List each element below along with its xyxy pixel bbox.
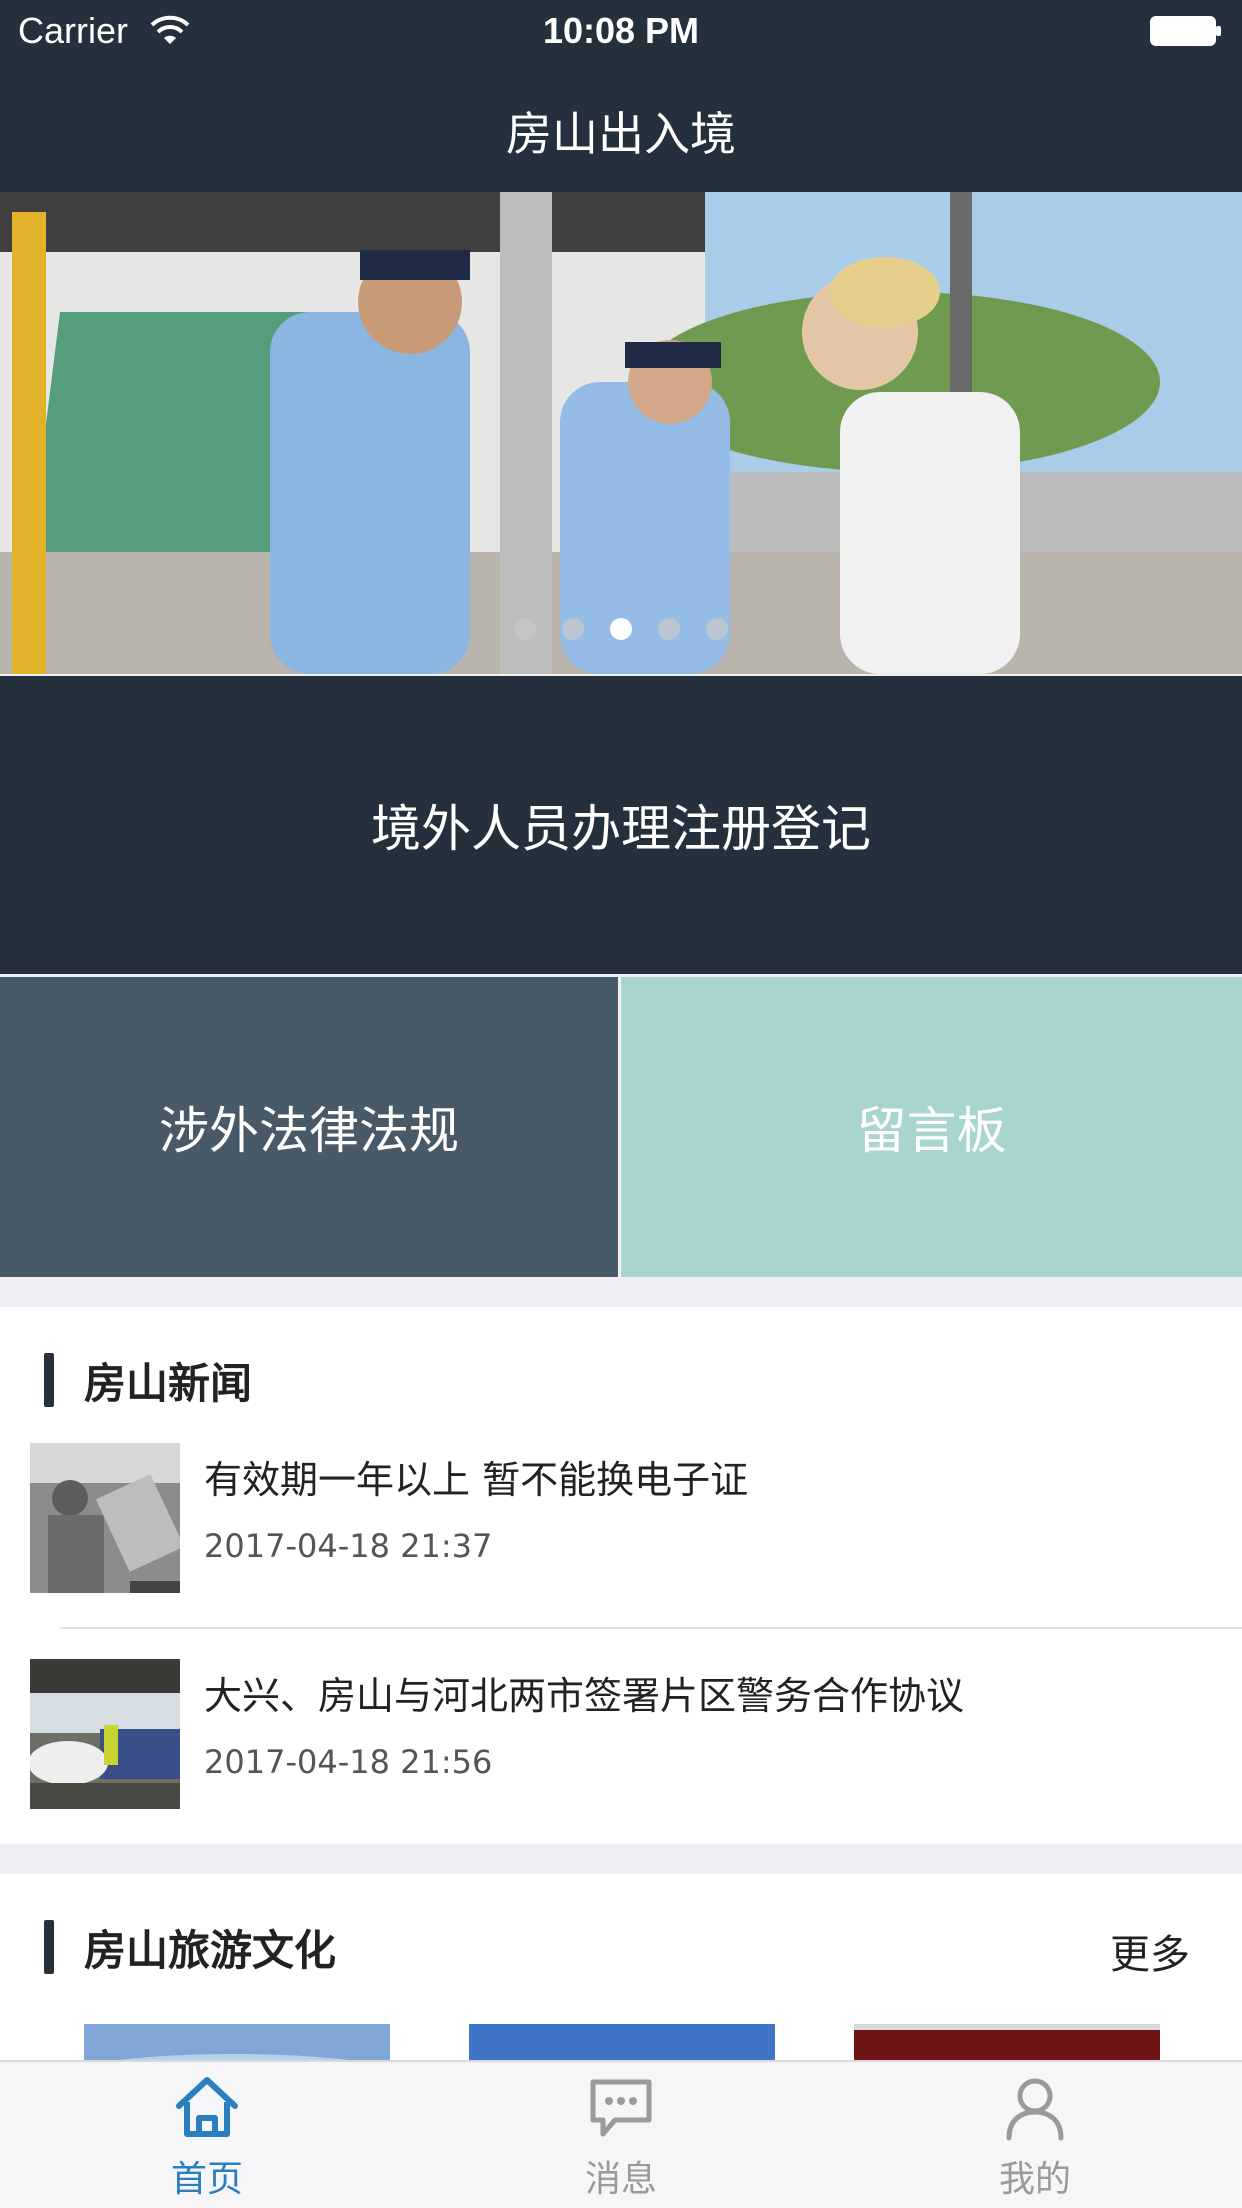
carousel-dot[interactable] [706,618,728,640]
profile-icon [1006,2078,1064,2141]
news-thumbnail [30,1659,180,1809]
news-date: 2017-04-18 21:56 [204,1743,493,1781]
message-icon [590,2079,652,2137]
news-section-title: 房山新闻 [84,1358,253,1408]
page-title: 房山出入境 [506,107,736,161]
news-thumbnail [30,1443,180,1593]
tab-label: 我的 [998,2159,1071,2200]
section-accent-bar [44,1920,54,1974]
news-title: 有效期一年以上 暂不能换电子证 [204,1458,749,1502]
home-icon [176,2077,238,2137]
news-date: 2017-04-18 21:37 [204,1527,493,1565]
tab-home[interactable]: 首页 [0,2072,414,2208]
battery-icon [1150,16,1221,46]
tourism-thumbnail[interactable] [469,2024,775,2060]
tourism-section-title: 房山旅游文化 [84,1925,337,1975]
list-divider [60,1627,1242,1629]
message-board-tile[interactable]: 留言板 [621,977,1242,1277]
news-item[interactable]: 有效期一年以上 暂不能换电子证 2017-04-18 21:37 [0,1443,1242,1593]
news-title: 大兴、房山与河北两市签署片区警务合作协议 [204,1674,965,1718]
banner-image [0,192,1242,674]
carousel-dot[interactable] [610,618,632,640]
tab-bar: 首页 消息 我的 [0,2060,1242,2208]
tab-label: 首页 [170,2159,243,2200]
news-section: 房山新闻 有效期一年以上 暂不能换电子证 2017-04-18 21:37 大兴… [0,1307,1242,1844]
carousel-dots [0,618,1242,640]
carousel-dot[interactable] [514,618,536,640]
banner-carousel[interactable] [0,192,1242,674]
app-screen: Carrier 10:08 PM 房山出入境 境外人员办理注册登记 涉外法律法规… [0,0,1242,2208]
tourism-section: 房山旅游文化 更多 [0,1874,1242,2060]
tab-label: 消息 [584,2159,657,2200]
tourism-section-header: 房山旅游文化 [44,1920,336,1975]
nav-bar: 房山出入境 [0,62,1242,192]
clock: 10:08 PM [542,10,700,51]
news-item[interactable]: 大兴、房山与河北两市签署片区警务合作协议 2017-04-18 21:56 [0,1659,1242,1809]
tab-profile[interactable]: 我的 [828,2072,1242,2208]
status-bar: Carrier 10:08 PM [0,0,1242,62]
tourism-thumbnail[interactable] [854,2024,1160,2060]
more-link[interactable]: 更多 [1110,1922,1190,1980]
register-tile[interactable]: 境外人员办理注册登记 [0,676,1242,974]
carousel-dot[interactable] [658,618,680,640]
section-accent-bar [44,1353,54,1407]
law-tile[interactable]: 涉外法律法规 [0,977,618,1277]
tab-messages[interactable]: 消息 [414,2072,828,2208]
news-section-header: 房山新闻 [44,1353,252,1408]
tourism-thumbnail[interactable] [84,2024,390,2060]
carousel-dot[interactable] [562,618,584,640]
